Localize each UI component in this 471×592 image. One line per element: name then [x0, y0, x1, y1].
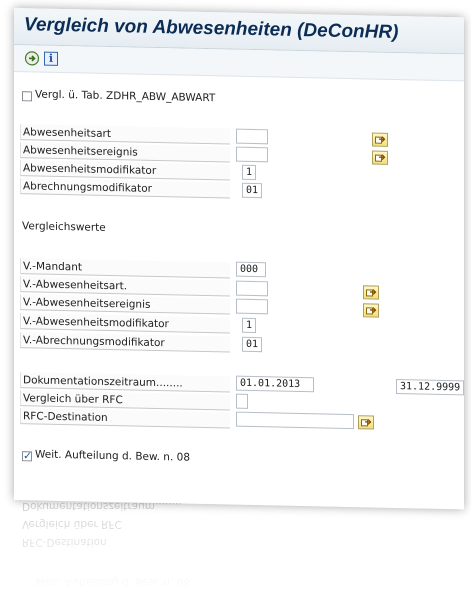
doc-period-to-field[interactable]: 31.12.9999	[396, 379, 464, 396]
compare-absence-type-picker-button[interactable]	[363, 285, 379, 300]
absence-event-label: Abwesenheitsereignis	[20, 142, 230, 163]
absence-type-field[interactable]	[236, 128, 268, 145]
compare-absence-event-label: V.-Abwesenheitsereignis	[20, 294, 230, 315]
compare-absence-event-field[interactable]	[236, 298, 268, 315]
doc-period-from-field[interactable]: 01.01.2013	[236, 375, 314, 393]
rfc-destination-label: RFC-Destination	[20, 408, 230, 429]
compare-client-field[interactable]: 000	[236, 261, 266, 278]
absence-event-picker-button[interactable]	[372, 150, 388, 165]
rfc-compare-label: Vergleich über RFC	[20, 390, 230, 411]
pick-arrow-icon	[366, 307, 377, 315]
further-split-label: Weit. Aufteilung d. Bew. n. 08	[35, 448, 191, 464]
reflection-fade	[14, 500, 464, 592]
window-title: Vergleich von Abwesenheiten (DeConHR)	[24, 14, 399, 44]
execute-icon[interactable]	[24, 50, 40, 66]
report-window: Vergleich von Abwesenheiten (DeConHR) i …	[14, 8, 464, 510]
further-split-checkbox[interactable]: ✓	[22, 449, 33, 463]
absence-type-picker-button[interactable]	[372, 132, 388, 147]
absence-type-label: Abwesenheitsart	[20, 124, 230, 145]
reflection-rfc-compare-label: Vergleich über RFC	[22, 518, 122, 530]
doc-period-label: Dokumentationszeitraum........	[20, 372, 230, 393]
compare-absence-modifier-field[interactable]: 1	[242, 317, 256, 334]
absence-modifier-label: Abwesenheitsmodifikator	[20, 160, 230, 181]
rfc-compare-field[interactable]	[236, 393, 248, 409]
pick-arrow-icon	[361, 418, 372, 427]
reflection-content: Weit. Aufteilung d. Bew. n. 08 RFC-Desti…	[14, 500, 464, 592]
absence-event-field[interactable]	[236, 146, 268, 163]
window-reflection: Weit. Aufteilung d. Bew. n. 08 RFC-Desti…	[14, 500, 464, 592]
info-icon[interactable]: i	[44, 51, 58, 66]
absence-modifier-field[interactable]: 1	[242, 164, 256, 181]
compare-table-checkbox[interactable]	[22, 91, 32, 102]
compare-payroll-modifier-field[interactable]: 01	[242, 336, 262, 353]
rfc-destination-field[interactable]	[236, 411, 354, 430]
compare-table-label: Vergl. ü. Tab. ZDHR_ABW_ABWART	[35, 88, 216, 105]
compare-absence-modifier-label: V.-Abwesenheitsmodifikator	[20, 313, 230, 334]
compare-values-heading: Vergleichswerte	[22, 220, 106, 234]
rfc-destination-picker-button[interactable]	[358, 415, 374, 430]
compare-payroll-modifier-label: V.-Abrechnungsmodifikator	[20, 332, 230, 353]
payroll-modifier-label: Abrechnungsmodifikator	[20, 178, 230, 199]
pick-arrow-icon	[366, 289, 377, 297]
compare-absence-type-field[interactable]	[236, 280, 268, 297]
compare-client-label: V.-Mandant	[20, 258, 230, 279]
payroll-modifier-field[interactable]: 01	[242, 182, 262, 199]
compare-absence-event-picker-button[interactable]	[363, 303, 379, 318]
check-mark-icon: ✓	[23, 449, 33, 463]
pick-arrow-icon	[375, 154, 386, 162]
reflection-rfc-destination-label: RFC-Destination	[22, 536, 107, 548]
reflection-further-split-label: Weit. Aufteilung d. Bew. n. 08	[35, 576, 191, 588]
compare-absence-type-label: V.-Abwesenheitsart.	[20, 276, 230, 297]
pick-arrow-icon	[375, 136, 386, 144]
